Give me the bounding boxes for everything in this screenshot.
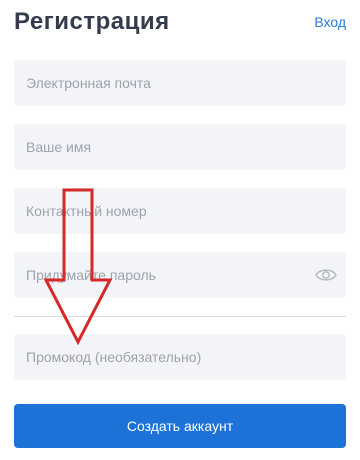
create-account-button[interactable]: Создать аккаунт [14, 404, 346, 448]
email-field[interactable] [14, 60, 346, 106]
login-link[interactable]: Вход [314, 4, 346, 40]
password-field[interactable] [14, 252, 346, 298]
promo-code-field[interactable] [14, 334, 346, 380]
name-field[interactable] [14, 124, 346, 170]
header: Регистрация Вход [14, 4, 346, 40]
page-title: Регистрация [14, 8, 170, 35]
eye-icon[interactable] [314, 264, 338, 286]
email-field-container [14, 60, 346, 106]
promo-field-container [14, 334, 346, 380]
divider [14, 316, 346, 317]
password-field-container [14, 252, 346, 298]
name-field-container [14, 124, 346, 170]
phone-field-container [14, 188, 346, 234]
phone-field[interactable] [14, 188, 346, 234]
